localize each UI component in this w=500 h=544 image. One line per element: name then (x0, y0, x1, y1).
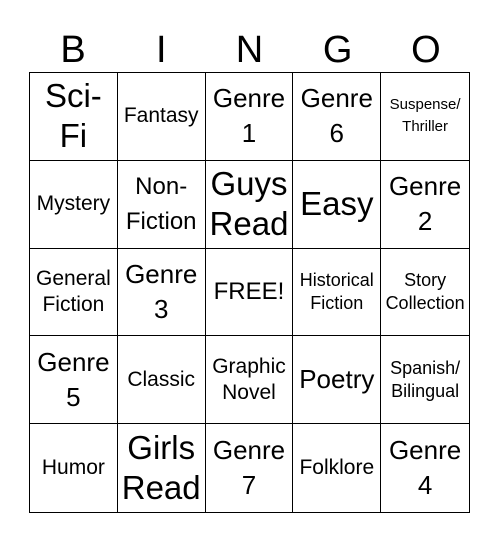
cell-text: General Fiction (36, 266, 111, 316)
cell-text: Girls Read (121, 429, 201, 507)
bingo-cell[interactable]: Story Collection (381, 249, 469, 337)
bingo-cell[interactable]: Classic (117, 336, 206, 425)
bingo-cell[interactable]: Suspense/Thriller (381, 73, 469, 161)
bingo-cell[interactable]: Poetry (293, 336, 382, 425)
bingo-cell[interactable]: General Fiction (30, 248, 118, 337)
cell-text: Folklore (299, 456, 375, 480)
cell-text: Non- Fiction (125, 173, 197, 236)
cell-text: Mystery (36, 192, 111, 216)
bingo-cell[interactable]: Mystery (30, 160, 118, 249)
cell-text: Poetry (299, 364, 375, 395)
cell-text: FREE! (213, 278, 285, 306)
cell-text: Classic (127, 367, 196, 391)
bingo-cell[interactable]: Folklore (293, 424, 382, 512)
cell-text: Guys Read (209, 165, 289, 243)
bingo-cell[interactable]: Humor (30, 424, 118, 512)
bingo-cell[interactable]: Historical Fiction (293, 248, 382, 337)
bingo-grid: Sci- Fi Fantasy Genre 1 Genre 6 Suspense/Th… (29, 72, 470, 513)
cell-text: Genre 3 (125, 258, 198, 324)
cell-text: Genre 7 (212, 435, 286, 501)
bingo-cell[interactable]: Girls Read (118, 424, 206, 512)
header-letter-b: B (60, 29, 86, 71)
bingo-cell[interactable]: Genre 4 (381, 424, 469, 512)
bingo-cell[interactable]: Easy (293, 160, 382, 249)
cell-text: Genre 1 (212, 83, 286, 149)
cell-text: Easy (300, 185, 374, 223)
bingo-cell[interactable]: Genre 5 (30, 336, 118, 425)
bingo-cell[interactable]: Sci- Fi (30, 73, 118, 161)
bingo-cell[interactable]: Genre 3 (117, 248, 206, 337)
bingo-cell[interactable]: Spanish/Bilingual (381, 336, 469, 425)
bingo-cell[interactable]: Fantasy (117, 73, 206, 161)
cell-text: Humor (41, 456, 105, 480)
bingo-cell[interactable]: Genre 2 (381, 161, 469, 249)
cell-text: Sci- Fi (44, 77, 102, 155)
cell-text: Story Collection (385, 269, 465, 313)
bingo-cell[interactable]: Genre 1 (205, 73, 294, 161)
header-letter-i: I (156, 29, 167, 71)
header-letter-n: N (235, 29, 264, 71)
header-letter-g: G (322, 29, 353, 71)
cell-text: Genre 6 (300, 83, 373, 149)
bingo-cell[interactable]: Guys Read (205, 160, 294, 249)
bingo-header: B I N G O (29, 26, 470, 74)
cell-text: Graphic Novel (212, 354, 286, 404)
cell-text: Spanish/Bilingual (390, 357, 461, 401)
bingo-cell[interactable]: Graphic Novel (205, 336, 294, 425)
cell-text: Fantasy (123, 104, 199, 128)
cell-text: Historical Fiction (299, 269, 374, 313)
bingo-cell[interactable]: Genre 6 (293, 73, 382, 161)
cell-text: Suspense/Thriller (389, 96, 461, 136)
free-space-cell[interactable]: FREE! (205, 248, 294, 337)
cell-text: Genre 2 (388, 171, 462, 237)
bingo-cell[interactable]: Genre 7 (206, 424, 294, 512)
cell-text: Genre 4 (388, 435, 462, 501)
header-letter-o: O (411, 29, 441, 71)
cell-text: Genre 5 (37, 346, 110, 412)
bingo-cell[interactable]: Non- Fiction (117, 160, 206, 249)
